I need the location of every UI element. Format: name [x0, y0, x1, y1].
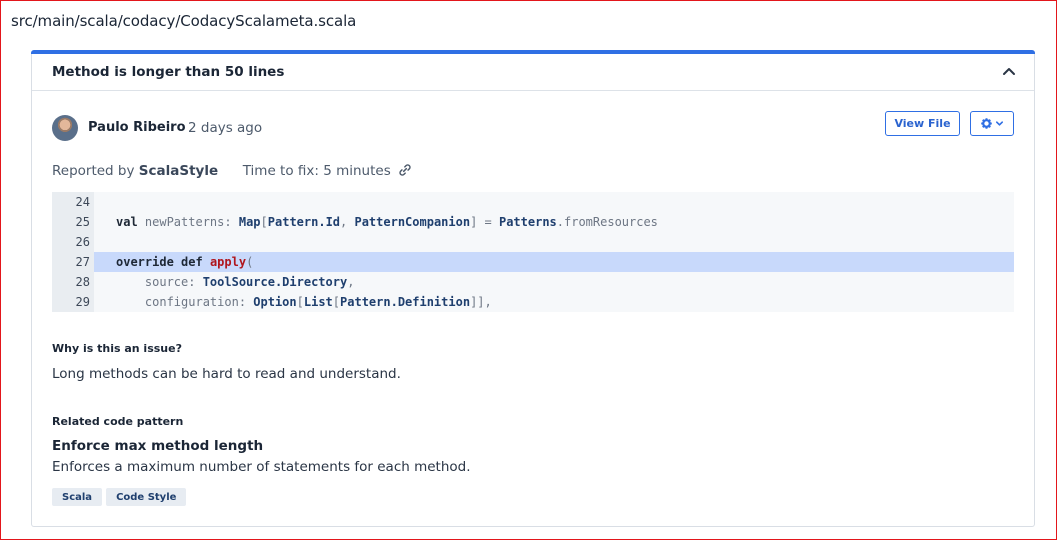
- reporter-tool: ScalaStyle: [138, 163, 219, 179]
- time-to-fix: Time to fix: 5 minutes: [242, 163, 391, 179]
- issue-timestamp: 2 days ago: [188, 120, 263, 136]
- issue-header[interactable]: Method is longer than 50 lines: [32, 54, 1034, 91]
- chevron-up-icon[interactable]: [1002, 64, 1016, 78]
- reported-by-label: Reported by: [52, 163, 135, 179]
- settings-dropdown-button[interactable]: [970, 111, 1014, 136]
- line-number: 28: [75, 275, 90, 289]
- code-line: 24: [52, 192, 1014, 212]
- code-line: 26: [52, 232, 1014, 252]
- issue-meta: Reported by ScalaStyle Time to fix: 5 mi…: [52, 163, 412, 179]
- code-snippet: 24 25 val newPatterns: Map[Pattern.Id, P…: [52, 192, 1014, 312]
- pattern-description: Enforces a maximum number of statements …: [52, 459, 471, 475]
- view-file-button[interactable]: View File: [885, 111, 960, 136]
- pattern-tags: Scala Code Style: [52, 488, 187, 506]
- code-text: val newPatterns: Map[Pattern.Id, Pattern…: [116, 215, 658, 229]
- chevron-down-icon: [995, 121, 1004, 126]
- avatar: [52, 115, 78, 141]
- line-number: 25: [75, 215, 90, 229]
- line-number: 26: [75, 235, 90, 249]
- link-icon[interactable]: [398, 163, 412, 177]
- why-heading: Why is this an issue?: [52, 342, 182, 355]
- gear-icon: [981, 118, 992, 129]
- tag-code-style[interactable]: Code Style: [106, 488, 187, 506]
- code-text: override def apply(: [94, 252, 1014, 272]
- related-pattern-heading: Related code pattern: [52, 415, 184, 428]
- code-text: configuration: Option[List[Pattern.Defin…: [116, 295, 492, 309]
- author-name: Paulo Ribeiro: [88, 120, 186, 135]
- line-number: 24: [75, 195, 90, 209]
- tag-scala[interactable]: Scala: [52, 488, 103, 506]
- code-line: 25 val newPatterns: Map[Pattern.Id, Patt…: [52, 212, 1014, 232]
- issue-card: Method is longer than 50 lines Paulo Rib…: [31, 50, 1035, 527]
- code-text: source: ToolSource.Directory,: [116, 275, 355, 289]
- pattern-title: Enforce max method length: [52, 438, 264, 454]
- line-number: 27: [75, 255, 90, 269]
- file-path: src/main/scala/codacy/CodacyScalameta.sc…: [11, 12, 357, 30]
- why-text: Long methods can be hard to read and und…: [52, 366, 401, 382]
- code-line-highlighted: 27 override def apply(: [52, 252, 1014, 272]
- code-line: 29 configuration: Option[List[Pattern.De…: [52, 292, 1014, 312]
- line-number: 29: [75, 295, 90, 309]
- code-line: 28 source: ToolSource.Directory,: [52, 272, 1014, 292]
- issue-title: Method is longer than 50 lines: [52, 64, 285, 80]
